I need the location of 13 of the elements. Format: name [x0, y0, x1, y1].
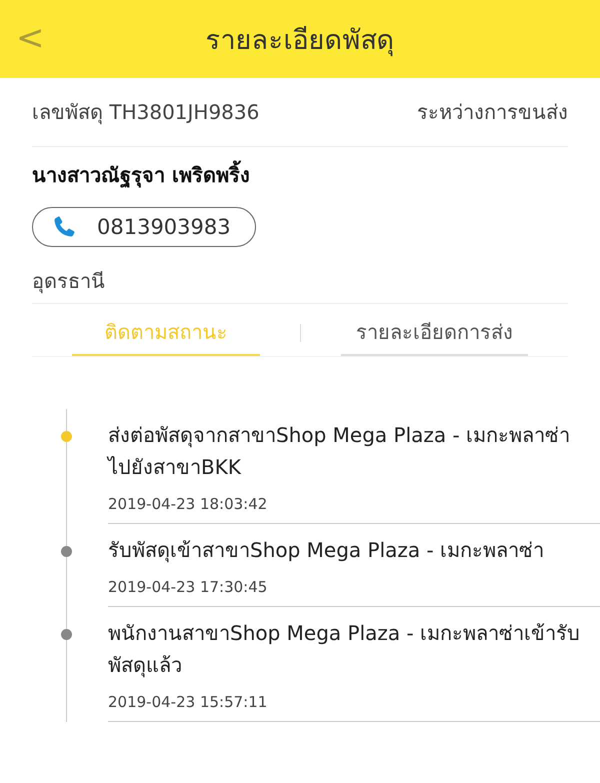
event-text: รับพัสดุเข้าสาขาShop Mega Plaza - เมกะพลาซ่า [108, 537, 546, 564]
event-time: 2019-04-23 17:30:45 [108, 578, 268, 596]
page-title: รายละเอียดพัสดุ [206, 24, 394, 58]
tracking-number: เลขพัสดุ TH3801JH9836 [32, 99, 260, 126]
phone-button[interactable]: 0813903983 [32, 207, 256, 247]
province: อุดรธานี [32, 265, 568, 304]
shipping-status: ระหว่างการขนส่ง [417, 99, 568, 126]
event-text: พนักงานสาขาShop Mega Plaza - เมกะพลาซ่าเข้ารับพัสดุแล้ว [108, 620, 582, 680]
recipient-name: นางสาวณัฐรุจา เพริดพริ้ง [32, 159, 568, 191]
event-time: 2019-04-23 18:03:42 [108, 495, 268, 513]
event-time: 2019-04-23 15:57:11 [108, 693, 268, 711]
event-text: ส่งต่อพัสดุจากสาขาShop Mega Plaza - เมกะพลาซ่า ไปยังสาขาBKK [108, 422, 572, 481]
tab[interactable]: รายละเอียดการส่ง [340, 310, 528, 356]
